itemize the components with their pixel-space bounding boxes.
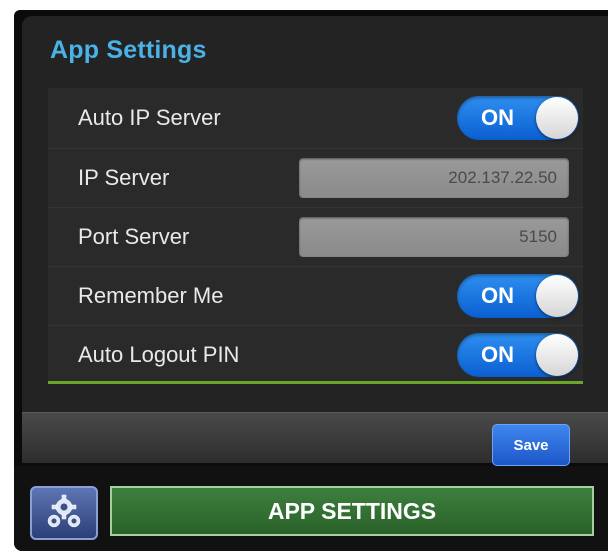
- toggle-state-label: ON: [481, 342, 514, 367]
- auto-logout-pin-label: Auto Logout PIN: [78, 342, 240, 367]
- app-window: App Settings Auto IP Server ON IP Server…: [14, 10, 608, 551]
- remember-me-label: Remember Me: [78, 283, 224, 308]
- auto-logout-pin-toggle[interactable]: ON: [457, 333, 579, 377]
- port-server-label: Port Server: [78, 224, 190, 249]
- toggle-state-label: ON: [481, 105, 514, 130]
- toggle-knob: [536, 97, 578, 139]
- settings-list: Auto IP Server ON IP Server 202.137.22.5…: [48, 88, 583, 384]
- panel-title: App Settings: [50, 36, 207, 64]
- remember-me-toggle[interactable]: ON: [457, 274, 579, 318]
- app-title-bar: APP SETTINGS: [110, 486, 594, 536]
- save-button[interactable]: Save: [492, 424, 570, 466]
- setting-row-remember-me: Remember Me ON: [48, 267, 583, 326]
- settings-icon-button[interactable]: [30, 486, 98, 540]
- ip-server-label: IP Server: [78, 165, 170, 190]
- setting-row-auto-ip-server: Auto IP Server ON: [48, 88, 583, 149]
- toggle-knob: [536, 334, 578, 376]
- footer-bar: APP SETTINGS: [14, 466, 608, 551]
- settings-panel: App Settings Auto IP Server ON IP Server…: [22, 16, 608, 412]
- setting-row-auto-logout-pin: Auto Logout PIN ON: [48, 326, 583, 384]
- section-divider: [48, 381, 583, 384]
- auto-ip-server-label: Auto IP Server: [78, 105, 221, 130]
- port-server-field[interactable]: 5150: [299, 217, 569, 257]
- setting-row-ip-server: IP Server 202.137.22.50: [48, 149, 583, 208]
- ip-server-field[interactable]: 202.137.22.50: [299, 158, 569, 198]
- toggle-state-label: ON: [481, 283, 514, 308]
- setting-row-port-server: Port Server 5150: [48, 208, 583, 267]
- toggle-knob: [536, 275, 578, 317]
- auto-ip-server-toggle[interactable]: ON: [457, 96, 579, 140]
- gear-cog-icon: [47, 494, 81, 528]
